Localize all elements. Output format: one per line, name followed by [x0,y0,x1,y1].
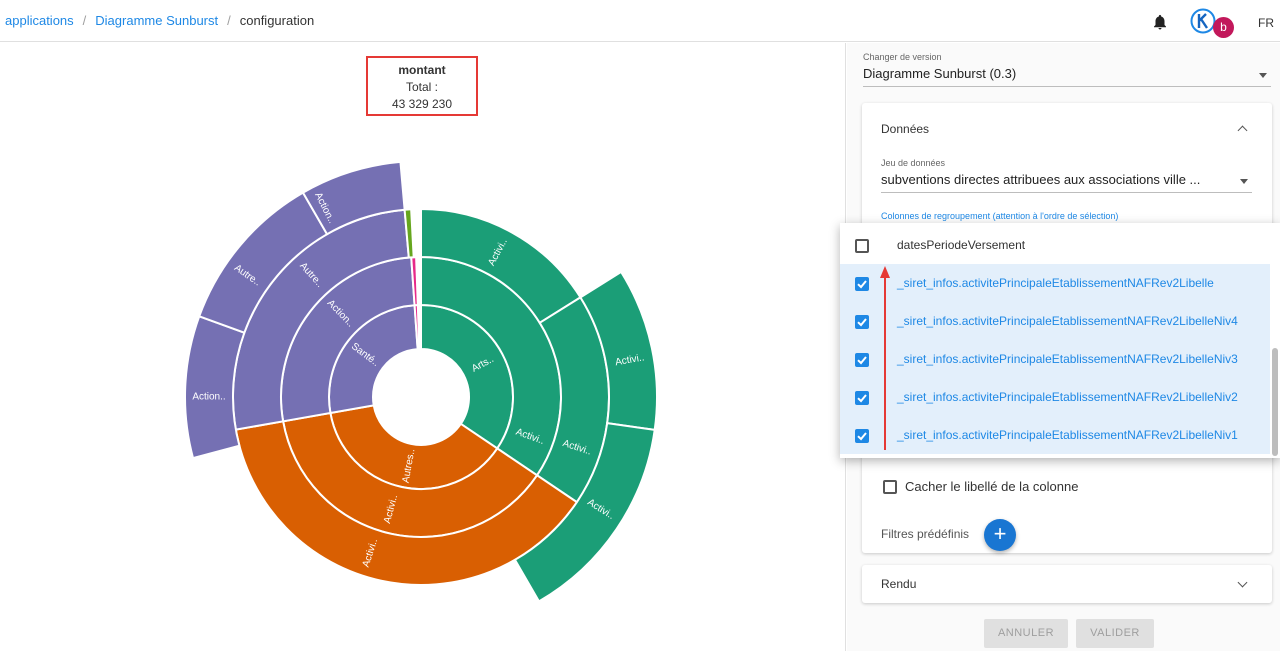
option-label: _siret_infos.activitePrincipaleEtablisse… [897,390,1238,404]
dropdown-scrollbar[interactable] [1272,348,1278,456]
breadcrumb-separator: / [82,13,87,28]
dropdown-option[interactable]: _siret_infos.activitePrincipaleEtablisse… [840,340,1270,378]
app-logo-icon[interactable] [1190,8,1216,34]
dropdown-caret-icon [1240,179,1248,184]
cancel-button[interactable]: ANNULER [984,619,1068,648]
group-columns-label: Colonnes de regroupement (attention à l'… [881,211,1119,221]
total-value: 43 329 230 [391,97,453,111]
breadcrumb-diagramme-sunburst[interactable]: Diagramme Sunburst [95,13,218,28]
total-label: Total : [405,80,438,94]
red-arrow-annotation [880,266,890,450]
dataset-value: subventions directes attribuees aux asso… [881,172,1201,187]
option-label: _siret_infos.activitePrincipaleEtablisse… [897,352,1238,366]
checkbox-empty-icon[interactable] [855,239,869,253]
validate-button[interactable]: VALIDER [1076,619,1154,648]
notification-bell-icon[interactable] [1151,13,1169,31]
checkbox-checked-icon[interactable] [855,315,869,329]
breadcrumb: applications / Diagramme Sunburst / configur… [5,13,314,28]
version-select[interactable]: Diagramme Sunburst (0.3) [863,65,1271,87]
version-label: Changer de version [863,52,942,62]
chevron-down-icon[interactable] [1237,577,1248,588]
language-selector[interactable]: FR [1258,16,1274,30]
dropdown-option[interactable]: _siret_infos.activitePrincipaleEtablisse… [840,416,1270,454]
total-summary: montant Total : 43 329 230 [366,56,478,116]
donnees-title[interactable]: Données [881,122,929,136]
option-label: datesPeriodeVersement [897,238,1026,252]
user-avatar[interactable]: b [1213,17,1234,38]
checkbox-checked-icon[interactable] [855,391,869,405]
dataset-select[interactable]: subventions directes attribuees aux asso… [881,171,1252,193]
group-columns-dropdown: datesPeriodeVersement _siret_infos.activ… [840,223,1280,458]
predefined-filters-label: Filtres prédéfinis [881,527,970,541]
top-bar: applications / Diagramme Sunburst / configur… [0,0,1280,42]
rendu-title[interactable]: Rendu [881,577,916,591]
hide-column-label-checkbox[interactable]: Cacher le libellé de la colonne [883,479,1078,495]
checkbox-empty-icon[interactable] [883,479,897,494]
breadcrumb-applications[interactable]: applications [5,13,74,28]
checkbox-checked-icon[interactable] [855,353,869,367]
option-label: _siret_infos.activitePrincipaleEtablisse… [897,314,1238,328]
checkbox-checked-icon[interactable] [855,277,869,291]
chart-area: Santé.. Arts.. Autres.. Action.. Activi.. Act… [0,43,846,651]
option-label: _siret_infos.activitePrincipaleEtablisse… [897,428,1238,442]
dataset-label: Jeu de données [881,158,946,168]
measure-label: montant [398,63,446,77]
sunburst-segment-label: Action.. [192,392,225,403]
breadcrumb-current: configuration [239,13,315,28]
sunburst-chart: Santé.. Arts..Autres..Action..Activi..Act… [184,160,658,603]
rendu-panel[interactable]: Rendu [862,565,1272,603]
checkbox-checked-icon[interactable] [855,429,869,443]
version-value: Diagramme Sunburst (0.3) [863,66,1017,81]
chevron-up-icon[interactable] [1237,125,1248,136]
dropdown-option[interactable]: _siret_infos.activitePrincipaleEtablisse… [840,302,1270,340]
breadcrumb-separator: / [227,13,231,28]
dropdown-option[interactable]: _siret_infos.activitePrincipaleEtablisse… [840,378,1270,416]
dropdown-option[interactable]: datesPeriodeVersement [840,226,1270,264]
dropdown-caret-icon [1259,73,1267,78]
option-label: _siret_infos.activitePrincipaleEtablisse… [897,276,1214,290]
dropdown-option[interactable]: _siret_infos.activitePrincipaleEtablisse… [840,264,1270,302]
hide-column-label-text: Cacher le libellé de la colonne [905,479,1079,494]
add-filter-button[interactable]: + [984,519,1016,551]
